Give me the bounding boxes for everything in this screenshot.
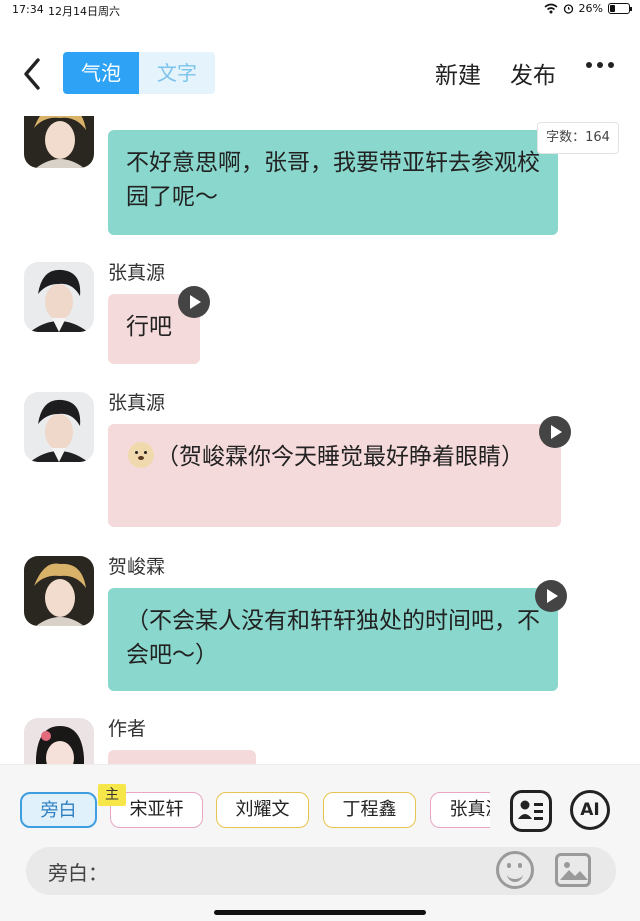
message-text: （贺峻霖你今天睡觉最好睁着眼睛） xyxy=(156,444,524,470)
composer-panel: 旁白 宋亚轩 刘耀文 丁程鑫 张真源 AI 旁白： xyxy=(0,764,640,921)
header: 气泡 文字 新建 发布 xyxy=(0,40,640,110)
back-button[interactable] xyxy=(18,56,48,92)
input-prefix: 旁白： xyxy=(48,861,108,885)
character-list: 旁白 宋亚轩 刘耀文 丁程鑫 张真源 xyxy=(20,792,490,834)
status-time: 17:34 xyxy=(12,3,44,16)
ai-button[interactable]: AI xyxy=(570,790,610,830)
publish-button[interactable]: 发布 xyxy=(510,56,556,90)
more-dot xyxy=(586,62,592,68)
word-count-badge: 字数：164 xyxy=(537,122,619,154)
more-button[interactable] xyxy=(586,62,614,68)
sender-name: 贺峻霖 xyxy=(108,556,166,578)
character-chip-narrator[interactable]: 旁白 xyxy=(20,792,97,828)
status-indicators: 26% xyxy=(544,2,632,15)
sender-name: 张真源 xyxy=(108,392,166,414)
message-bubble[interactable]: （贺峻霖你今天睡觉最好睁着眼睛） xyxy=(108,424,561,527)
play-voice-button[interactable] xyxy=(178,286,210,318)
avatar[interactable] xyxy=(24,262,94,332)
home-indicator xyxy=(214,910,426,915)
sender-name: 作者 xyxy=(108,718,147,740)
play-voice-button[interactable] xyxy=(535,580,567,612)
more-dot xyxy=(608,62,614,68)
chat-area[interactable]: 不好意思啊，张哥，我要带亚轩去参观校园了呢～ 张真源 行吧 张真源 （贺峻霖你今… xyxy=(0,116,640,764)
new-button[interactable]: 新建 xyxy=(435,56,481,90)
message-input[interactable]: 旁白： xyxy=(26,847,616,895)
host-badge: 主 xyxy=(98,784,126,806)
message-bubble[interactable]: 不好意思啊，张哥，我要带亚轩去参观校园了呢～ xyxy=(108,130,558,235)
wifi-icon xyxy=(544,3,558,14)
character-manage-button[interactable] xyxy=(510,790,552,832)
contact-card-icon xyxy=(518,800,543,820)
battery-percent: 26% xyxy=(578,2,603,15)
status-bar: 17:34 12月14日周六 26% xyxy=(0,0,640,20)
status-date: 12月14日周六 xyxy=(48,5,120,18)
tab-bubble[interactable]: 气泡 xyxy=(63,52,139,94)
alarm-icon xyxy=(563,4,573,14)
character-chip[interactable]: 丁程鑫 xyxy=(323,792,416,828)
avatar[interactable] xyxy=(24,392,94,462)
message-bubble[interactable] xyxy=(108,750,256,764)
avatar[interactable] xyxy=(24,556,94,626)
character-chip[interactable]: 张真源 xyxy=(430,792,490,828)
message-bubble[interactable]: （不会某人没有和轩轩独处的时间吧，不会吧～） xyxy=(108,588,558,691)
image-icon[interactable] xyxy=(555,853,591,887)
chevron-left-icon xyxy=(24,58,40,90)
smile-icon[interactable] xyxy=(496,851,534,889)
battery-icon xyxy=(608,3,632,14)
avatar[interactable] xyxy=(24,718,94,764)
mode-switch: 气泡 文字 xyxy=(63,52,215,94)
more-dot xyxy=(597,62,603,68)
dog-emoji-icon xyxy=(128,442,154,468)
character-chip[interactable]: 刘耀文 xyxy=(216,792,309,828)
sender-name: 张真源 xyxy=(108,262,166,284)
avatar[interactable] xyxy=(24,116,94,168)
play-voice-button[interactable] xyxy=(539,416,571,448)
tab-text[interactable]: 文字 xyxy=(139,52,215,94)
